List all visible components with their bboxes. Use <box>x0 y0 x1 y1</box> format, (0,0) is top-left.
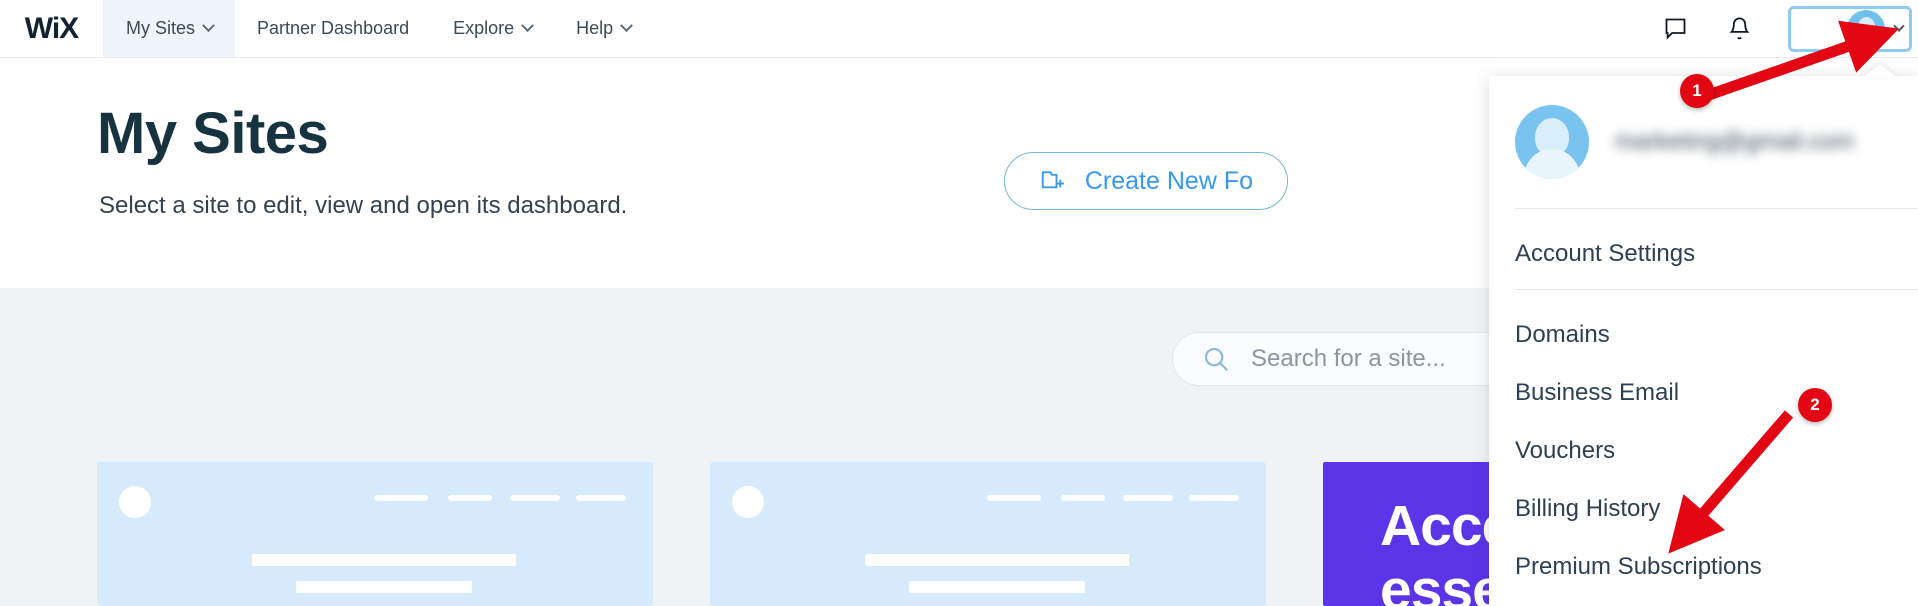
skeleton-dash <box>576 495 626 501</box>
nav-item-partner-dashboard[interactable]: Partner Dashboard <box>235 0 431 57</box>
menu-item-account-settings[interactable]: Account Settings <box>1489 225 1918 283</box>
skeleton-bar <box>252 554 516 566</box>
menu-item-vouchers-label: Vouchers <box>1515 437 1616 464</box>
menu-item-premium-subscriptions[interactable]: Premium Subscriptions <box>1489 538 1918 596</box>
wix-logo-text: WiX <box>24 11 79 45</box>
skeleton-bar <box>296 581 472 593</box>
nav-item-my-sites-label: My Sites <box>126 18 196 38</box>
chevron-down-icon <box>620 19 634 33</box>
skeleton-dash <box>987 495 1041 501</box>
nav-item-help-label: Help <box>576 18 614 38</box>
create-new-folder-button[interactable]: Create New Fo <box>1003 152 1288 210</box>
account-avatar-button[interactable] <box>1788 5 1912 52</box>
dropdown-group-primary: Account Settings <box>1489 209 1918 289</box>
page-subtitle: Select a site to edit, view and open its… <box>99 192 628 219</box>
chevron-down-icon <box>202 19 215 33</box>
site-card-skeleton[interactable] <box>97 462 653 606</box>
bell-icon[interactable] <box>1724 14 1754 44</box>
top-navigation-bar: WiX My Sites Partner Dashboard Explore H… <box>0 0 1918 58</box>
nav-item-explore[interactable]: Explore <box>431 0 554 57</box>
user-avatar-icon <box>1847 9 1885 48</box>
menu-item-domains[interactable]: Domains <box>1489 306 1918 364</box>
folder-plus-icon <box>1041 171 1064 189</box>
skeleton-bar <box>865 554 1129 566</box>
menu-item-billing-history-label: Billing History <box>1515 495 1661 522</box>
page-title: My Sites <box>97 101 329 166</box>
skeleton-dash <box>1189 495 1239 501</box>
menu-item-vouchers[interactable]: Vouchers <box>1489 422 1918 480</box>
wix-logo[interactable]: WiX <box>0 0 104 57</box>
site-card-skeleton[interactable] <box>710 462 1266 606</box>
skeleton-dash <box>448 495 492 501</box>
menu-item-business-email-label: Business Email <box>1515 379 1680 406</box>
chevron-down-icon <box>521 19 535 33</box>
dropdown-caret <box>1862 64 1898 78</box>
account-email: marketing@gmail.com <box>1615 128 1855 155</box>
annotation-badge-2: 2 <box>1798 388 1832 422</box>
skeleton-avatar <box>732 486 764 518</box>
nav-item-my-sites[interactable]: My Sites <box>104 0 236 57</box>
nav-item-help[interactable]: Help <box>554 0 653 57</box>
skeleton-dash <box>1123 495 1173 501</box>
annotation-badge-2-number: 2 <box>1810 395 1820 414</box>
menu-item-account-settings-label: Account Settings <box>1515 240 1696 267</box>
chat-icon[interactable] <box>1660 14 1690 44</box>
skeleton-bar <box>909 581 1085 593</box>
menu-item-payment-methods[interactable]: Payment Methods <box>1489 596 1918 606</box>
menu-item-premium-subscriptions-label: Premium Subscriptions <box>1515 553 1762 580</box>
skeleton-dash <box>374 495 428 501</box>
skeleton-avatar <box>119 486 151 518</box>
skeleton-dash <box>510 495 560 501</box>
search-placeholder-text: Search for a site... <box>1251 345 1446 372</box>
skeleton-dash <box>1061 495 1105 501</box>
top-nav-right-group <box>1660 0 1918 57</box>
chevron-down-icon <box>1893 20 1905 32</box>
nav-item-explore-label: Explore <box>453 18 515 38</box>
user-avatar-icon <box>1515 105 1589 179</box>
dropdown-group-secondary: Domains Business Email Vouchers Billing … <box>1489 290 1918 606</box>
app-root: WiX My Sites Partner Dashboard Explore H… <box>0 0 1918 606</box>
menu-item-business-email[interactable]: Business Email <box>1489 364 1918 422</box>
annotation-badge-1: 1 <box>1680 74 1714 108</box>
nav-item-partner-dashboard-label: Partner Dashboard <box>257 18 410 38</box>
account-dropdown-menu: marketing@gmail.com Account Settings Dom… <box>1489 76 1918 606</box>
menu-item-billing-history[interactable]: Billing History <box>1489 480 1918 538</box>
search-icon <box>1204 347 1229 372</box>
annotation-badge-1-number: 1 <box>1692 81 1702 100</box>
create-new-folder-label: Create New Fo <box>1084 166 1253 195</box>
menu-item-domains-label: Domains <box>1515 321 1610 348</box>
